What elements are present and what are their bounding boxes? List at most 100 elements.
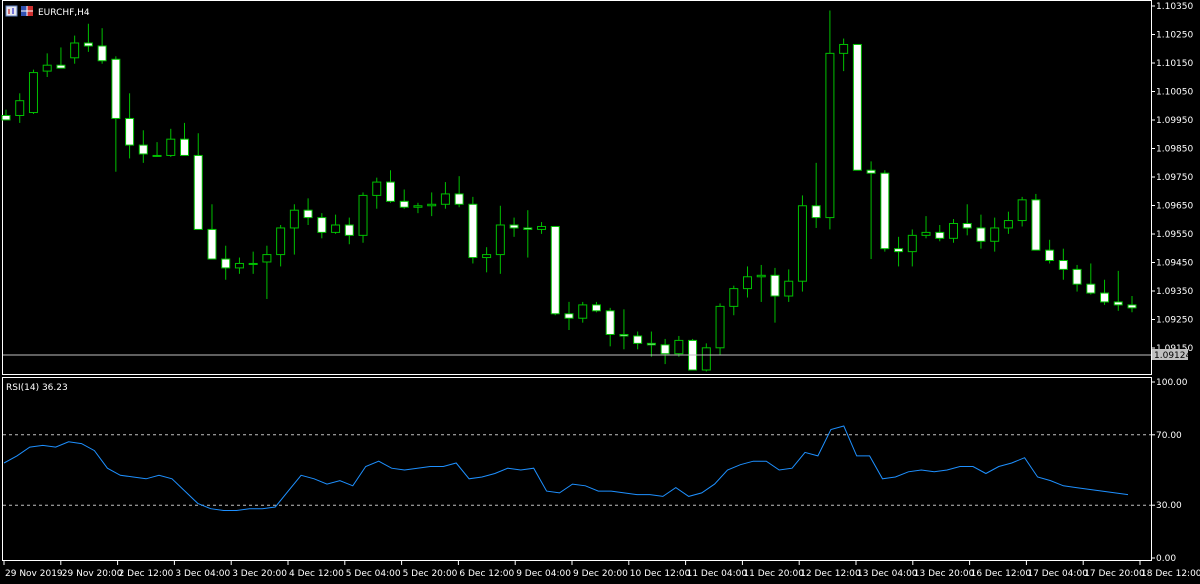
time-label: 3 Dec 04:00 — [175, 569, 230, 579]
candle-body — [221, 258, 231, 269]
price-tick-label: 1.10050 — [1156, 88, 1193, 98]
candle-body — [440, 193, 450, 205]
candle-body — [262, 254, 272, 263]
candle-body — [591, 304, 601, 312]
candle-body — [1086, 283, 1096, 294]
candle-body — [537, 225, 547, 230]
candle-body — [454, 193, 464, 205]
candle-body — [715, 305, 725, 349]
candle-body — [674, 339, 684, 355]
candle-body — [83, 42, 93, 47]
rsi-series — [3, 425, 1129, 511]
price-tick-label: 1.09850 — [1156, 145, 1193, 155]
time-label: 16 Dec 12:00 — [971, 569, 1032, 579]
candle-body — [180, 138, 190, 156]
candle-body — [1003, 220, 1013, 229]
candle-body — [385, 181, 395, 202]
time-axis: 29 Nov 2019 29 Nov 20:002 Dec 12:00 3 Dec … — [3, 561, 1200, 579]
time-label: 3 Dec 20:00 — [232, 569, 287, 579]
candle-body — [289, 209, 299, 229]
time-label: 10 Dec 12:00 — [630, 569, 691, 579]
price-tick-label: 1.09750 — [1156, 173, 1193, 183]
candle-body — [193, 154, 203, 230]
candle-body — [990, 227, 1000, 242]
candle-body — [784, 280, 794, 297]
candle-body — [97, 45, 107, 62]
candle-body — [660, 344, 670, 355]
candle-body — [921, 231, 931, 236]
candle-body — [56, 64, 66, 69]
price-tick-label: 1.09450 — [1156, 259, 1193, 269]
candle-body — [495, 224, 505, 256]
candle-body — [42, 64, 52, 72]
candle-body — [564, 313, 574, 319]
time-label: 18 Dec 12:00 — [1141, 569, 1200, 579]
price-tick-label: 1.10150 — [1156, 59, 1193, 69]
candle-body — [1100, 292, 1110, 303]
time-label: 2 Dec 12:00 — [119, 569, 174, 579]
candle-body — [111, 58, 121, 119]
time-label: 9 Dec 20:00 — [573, 569, 628, 579]
time-label: 4 Dec 12:00 — [289, 569, 344, 579]
candle-body — [578, 304, 588, 319]
candle-body — [399, 200, 409, 208]
rsi-title: RSI(14) 36.23 — [6, 383, 68, 393]
candle-body — [619, 333, 629, 337]
candle-body — [207, 228, 217, 260]
time-label: 11 Dec 04:00 — [687, 569, 748, 579]
candle-body — [15, 100, 25, 116]
candle-body — [1072, 268, 1082, 285]
candle-body — [303, 209, 313, 219]
candle-body — [166, 138, 176, 156]
price-panel[interactable] — [2, 0, 1152, 375]
symbol-label: EURCHF,H4 — [38, 8, 90, 18]
candle-body — [138, 144, 148, 155]
candle-body — [1, 114, 11, 121]
time-label: 5 Dec 20:00 — [403, 569, 458, 579]
candle-body — [866, 169, 876, 174]
candle-body — [797, 205, 807, 282]
candle-body — [1127, 304, 1137, 309]
price-tick-label: 1.09950 — [1156, 116, 1193, 126]
candle-body — [880, 172, 890, 250]
candle-body — [125, 117, 135, 146]
candle-body — [509, 224, 519, 229]
rsi-panel[interactable] — [2, 377, 1152, 561]
rsi-tick-label: 0.00 — [1156, 554, 1176, 564]
candle-body — [756, 274, 766, 278]
candle-body — [482, 254, 492, 259]
rsi-tick-label: 100.00 — [1156, 378, 1188, 388]
candle-body — [427, 203, 437, 207]
candle-body — [605, 310, 615, 335]
candle-body — [770, 274, 780, 297]
rsi-tick-label: 70.00 — [1156, 431, 1182, 441]
candle-body — [935, 231, 945, 239]
candle-body — [743, 276, 753, 290]
candle-body — [729, 288, 739, 307]
time-label: 13 Dec 20:00 — [914, 569, 975, 579]
time-label: 5 Dec 04:00 — [346, 569, 401, 579]
candle-body — [852, 43, 862, 171]
candle-body — [1017, 199, 1027, 222]
price-tick-label: 1.10250 — [1156, 31, 1193, 41]
candle-body — [701, 347, 711, 371]
trading-chart[interactable]: EURCHF,H4 RSI(14) 36.23 1.10350 1.10250 1.… — [0, 0, 1200, 584]
candle-body — [152, 154, 162, 157]
rsi-axis: 100.00 70.00 30.00 0.00 — [1151, 378, 1188, 564]
candle-body — [646, 342, 656, 346]
candle-body — [907, 234, 917, 253]
price-tick-label: 1.09350 — [1156, 287, 1193, 297]
candle-body — [962, 223, 972, 229]
time-label: 13 Dec 04:00 — [857, 569, 918, 579]
flag-icon — [21, 6, 33, 16]
time-label: 29 Nov 2019 — [5, 569, 63, 579]
time-label: 6 Dec 12:00 — [459, 569, 514, 579]
price-tick-label: 1.09250 — [1156, 316, 1193, 326]
candle-body — [550, 225, 560, 315]
rsi-tick-label: 30.00 — [1156, 501, 1182, 511]
price-tick-label: 1.10350 — [1156, 2, 1193, 12]
chart-icon — [5, 5, 18, 17]
candle-body — [276, 227, 286, 256]
price-tick-label: 1.09650 — [1156, 202, 1193, 212]
candle-body — [234, 262, 244, 269]
